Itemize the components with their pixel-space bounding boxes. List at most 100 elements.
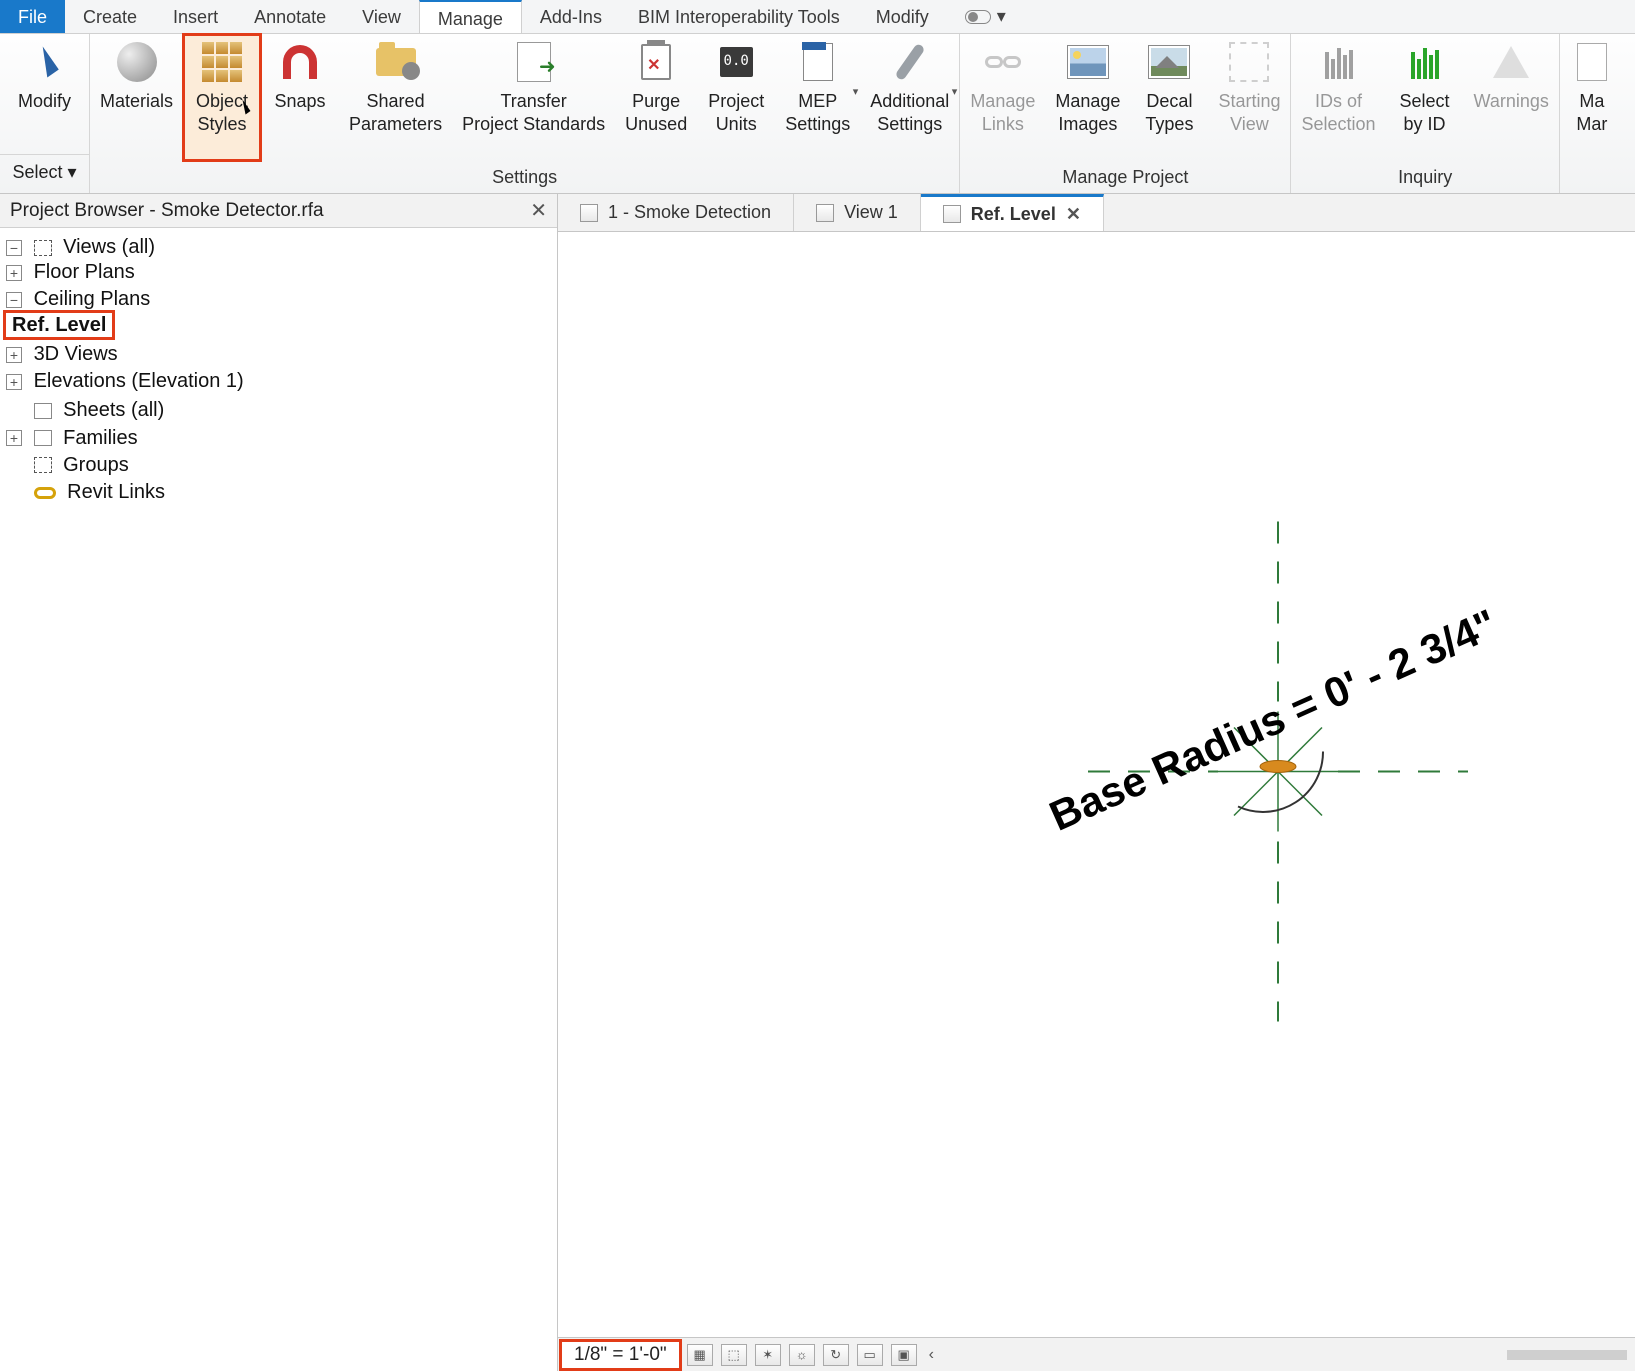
materials-button[interactable]: Materials (90, 34, 183, 161)
select-label: Select (12, 162, 62, 182)
select-by-id-label: Select by ID (1400, 90, 1450, 135)
tree-spacer (6, 403, 22, 419)
modify-button[interactable]: Modify (0, 34, 89, 154)
snaps-label: Snaps (275, 90, 326, 113)
image-icon (1149, 46, 1189, 78)
modify-label: Modify (18, 90, 71, 113)
tree-views[interactable]: Views (all) (63, 236, 155, 258)
views-icon (34, 240, 52, 256)
purge-unused-button[interactable]: ✕ Purge Unused (615, 34, 697, 161)
detail-level-icon[interactable]: ▦ (687, 1344, 713, 1366)
snaps-button[interactable]: Snaps (261, 34, 339, 161)
project-browser: Project Browser - Smoke Detector.rfa ✕ −… (0, 194, 558, 1371)
manage-images-label: Manage Images (1055, 90, 1120, 135)
decal-types-label: Decal Types (1145, 90, 1193, 135)
close-icon[interactable]: ✕ (1066, 204, 1081, 225)
manage-links-label: Manage Links (970, 90, 1035, 135)
grid-icon (202, 42, 242, 82)
object-styles-button[interactable]: Object Styles (183, 34, 261, 161)
tab1-label: 1 - Smoke Detection (608, 202, 771, 223)
view-control-bar: 1/8" = 1'-0" ▦ ⬚ ✶ ☼ ↻ ▭ ▣ ‹ (558, 1337, 1635, 1371)
tree-families[interactable]: Families (63, 427, 137, 449)
horizontal-scrollbar[interactable] (1507, 1350, 1627, 1360)
mep-settings-button[interactable]: MEP Settings ▾ (775, 34, 860, 161)
transfer-project-standards-label: Transfer Project Standards (462, 90, 605, 135)
overflow-button[interactable]: Ma Mar (1560, 34, 1624, 161)
chevron-down-icon: ▾ (952, 86, 958, 100)
menu-create[interactable]: Create (65, 0, 155, 33)
chevron-down-icon: ▾ (853, 86, 859, 100)
visibility-icon[interactable]: ✶ (755, 1344, 781, 1366)
shared-parameters-label: Shared Parameters (349, 90, 442, 135)
page-icon (1577, 43, 1607, 81)
transfer-project-standards-button[interactable]: ➜ Transfer Project Standards (452, 34, 615, 161)
tree-revit-links[interactable]: Revit Links (67, 481, 165, 503)
crop-region-icon[interactable]: ▣ (891, 1344, 917, 1366)
toggle-icon (965, 10, 991, 24)
tree-sheets[interactable]: Sheets (all) (63, 400, 164, 422)
menu-annotate[interactable]: Annotate (236, 0, 344, 33)
drawing-canvas[interactable]: Base Radius = 0' - 2 3/4" 1/8" = 1'-0" ▦… (558, 232, 1635, 1371)
decal-types-button[interactable]: Decal Types (1130, 34, 1208, 161)
project-units-button[interactable]: 0.0 Project Units (697, 34, 775, 161)
additional-settings-label: Additional Settings (870, 90, 949, 135)
menu-modify[interactable]: Modify (858, 0, 947, 33)
manage-project-title: Manage Project (960, 161, 1290, 193)
tree-ceiling-plans[interactable]: Ceiling Plans (34, 289, 151, 311)
warnings-button: Warnings (1464, 34, 1559, 161)
menu-insert[interactable]: Insert (155, 0, 236, 33)
materials-label: Materials (100, 90, 173, 113)
crop-view-icon[interactable]: ▭ (857, 1344, 883, 1366)
tree-spacer (6, 485, 22, 501)
tab-icon (943, 205, 961, 223)
tree-3d-views[interactable]: 3D Views (34, 343, 118, 365)
close-icon[interactable]: ✕ (530, 198, 547, 223)
folder-icon (376, 48, 416, 76)
tree-groups[interactable]: Groups (63, 454, 129, 476)
tree-floor-plans[interactable]: Floor Plans (34, 261, 135, 283)
settings-panel-title: Settings (90, 161, 959, 193)
barcode-green-icon (1411, 45, 1439, 79)
tab-ref-level[interactable]: Ref. Level ✕ (921, 194, 1104, 231)
shadows-icon[interactable]: ↻ (823, 1344, 849, 1366)
menu-bim[interactable]: BIM Interoperability Tools (620, 0, 858, 33)
families-icon (34, 430, 52, 446)
manage-images-button[interactable]: Manage Images (1045, 34, 1130, 161)
trash-icon: ✕ (641, 44, 671, 80)
menu-file[interactable]: File (0, 0, 65, 33)
ids-of-selection-button: IDs of Selection (1291, 34, 1385, 161)
menu-manage[interactable]: Manage (419, 0, 522, 33)
tab-smoke-detection[interactable]: 1 - Smoke Detection (558, 194, 794, 231)
expand-icon[interactable]: + (6, 374, 22, 390)
expand-icon[interactable]: + (6, 347, 22, 363)
tree-ref-level[interactable]: Ref. Level (6, 313, 112, 337)
model-display-icon[interactable]: ⬚ (721, 1344, 747, 1366)
tab-icon (816, 204, 834, 222)
warnings-label: Warnings (1474, 90, 1549, 113)
warning-icon (1493, 46, 1529, 78)
view-scale[interactable]: 1/8" = 1'-0" (562, 1342, 679, 1368)
collapse-icon[interactable]: − (6, 292, 22, 308)
sun-path-icon[interactable]: ☼ (789, 1344, 815, 1366)
expand-icon[interactable]: + (6, 430, 22, 446)
photo-icon (1068, 46, 1108, 78)
menu-addins[interactable]: Add-Ins (522, 0, 620, 33)
project-browser-tree[interactable]: − Views (all) + Floor Plans − Ceiling Pl… (0, 228, 557, 1371)
tab-view1[interactable]: View 1 (794, 194, 921, 231)
project-units-label: Project Units (708, 90, 764, 135)
overflow-label: Ma Mar (1576, 90, 1607, 135)
purge-unused-label: Purge Unused (625, 90, 687, 135)
menu-view[interactable]: View (344, 0, 419, 33)
ribbon-settings-panel: Materials Object Styles Snaps Shared Par… (90, 34, 960, 193)
starting-view-button: Starting View (1208, 34, 1290, 161)
collapse-icon[interactable]: − (6, 240, 22, 256)
scroll-left-icon[interactable]: ‹ (929, 1346, 934, 1364)
expand-icon[interactable]: + (6, 265, 22, 281)
project-browser-title: Project Browser - Smoke Detector.rfa (10, 200, 324, 222)
menu-extra[interactable]: ▾ (947, 0, 1024, 33)
select-dropdown[interactable]: Select ▾ (0, 154, 89, 189)
tree-elevations[interactable]: Elevations (Elevation 1) (34, 370, 244, 392)
additional-settings-button[interactable]: Additional Settings ▾ (860, 34, 959, 161)
shared-parameters-button[interactable]: Shared Parameters (339, 34, 452, 161)
select-by-id-button[interactable]: Select by ID (1386, 34, 1464, 161)
